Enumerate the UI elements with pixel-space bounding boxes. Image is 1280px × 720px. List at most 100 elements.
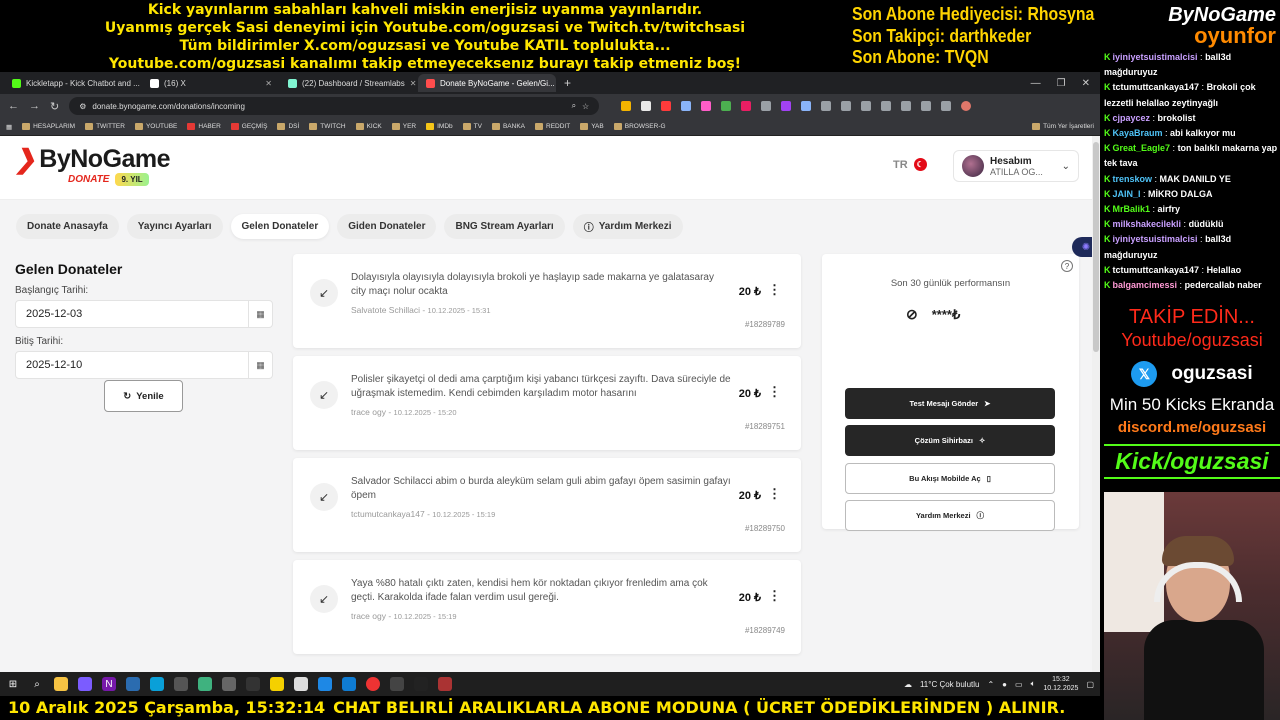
extension-icon[interactable]: [881, 101, 892, 111]
bookmark-item[interactable]: KICK: [355, 123, 382, 130]
site-info-icon[interactable]: ⚙: [79, 102, 86, 111]
app-icon[interactable]: [246, 677, 260, 691]
bookmark-item[interactable]: DSİ: [277, 123, 299, 130]
donation-card[interactable]: ↙ Salvador Schilacci abim o burda aleykü…: [293, 458, 801, 552]
extension-icon[interactable]: [921, 101, 932, 111]
tab-kicklet[interactable]: Kickletapp - Kick Chatbot and ...✕: [4, 74, 142, 92]
chat-username[interactable]: milkshakecilekli: [1113, 219, 1182, 229]
app-icon[interactable]: [174, 677, 188, 691]
help-center-button[interactable]: Yardım Merkezi ⓘ: [845, 500, 1055, 531]
tab-incoming-donations[interactable]: Gelen Donateler: [230, 214, 330, 239]
reload-icon[interactable]: ↻: [50, 100, 59, 113]
close-window-icon[interactable]: ✕: [1082, 78, 1090, 89]
minimize-icon[interactable]: —: [1031, 78, 1041, 89]
tab-bng-stream-settings[interactable]: BNG Stream Ayarları: [444, 214, 565, 239]
extension-icon[interactable]: [681, 101, 692, 111]
app-icon[interactable]: [270, 677, 284, 691]
bookmark-item[interactable]: REDDIT: [535, 123, 570, 130]
extension-icon[interactable]: [761, 101, 772, 111]
extension-icon[interactable]: [621, 101, 632, 111]
extension-icon[interactable]: [741, 101, 752, 111]
send-test-message-button[interactable]: Test Mesajı Gönder ➤: [845, 388, 1055, 419]
search-icon[interactable]: ⌕: [30, 677, 44, 691]
app-icon[interactable]: [294, 677, 308, 691]
page-scrollbar[interactable]: [1092, 136, 1100, 672]
more-options-icon[interactable]: ⋮: [768, 384, 781, 400]
extension-icon[interactable]: [701, 101, 712, 111]
refresh-button[interactable]: ↻ Yenile: [104, 380, 183, 412]
tab-streamer-settings[interactable]: Yayıncı Ayarları: [126, 214, 223, 239]
bookmark-item[interactable]: HESAPLARIM: [22, 123, 75, 130]
close-icon[interactable]: ✕: [410, 79, 417, 88]
tab-bynogame[interactable]: Donate ByNoGame - Gelen/Gi...✕: [418, 74, 556, 92]
chat-username[interactable]: balgamcimessi: [1113, 280, 1178, 290]
file-explorer-icon[interactable]: [54, 677, 68, 691]
bookmark-item[interactable]: BROWSER-G: [613, 123, 666, 130]
calendar-icon[interactable]: ▦: [248, 301, 272, 327]
tab-donate-home[interactable]: Donate Anasayfa: [16, 214, 119, 239]
chat-username[interactable]: trenskow: [1113, 174, 1153, 184]
tab-help-center[interactable]: ⓘ Yardım Merkezi: [572, 214, 683, 239]
tab-x[interactable]: (16) X ✕: [142, 74, 280, 92]
app-icon[interactable]: [390, 677, 404, 691]
bookmark-item[interactable]: TWITTER: [85, 123, 125, 130]
extension-icon[interactable]: [901, 101, 912, 111]
start-date-field[interactable]: 2025-12-03 ▦: [15, 300, 273, 328]
app-icon[interactable]: [126, 677, 140, 691]
bookmark-item[interactable]: BANKA: [491, 123, 525, 130]
donation-card[interactable]: ↙ Dolayısıyla olayısıyla dolayısıyla bro…: [293, 254, 801, 348]
extension-icon[interactable]: [821, 101, 832, 111]
windows-start-icon[interactable]: ⊞: [6, 677, 20, 691]
tray-arrow-icon[interactable]: ⌃: [987, 680, 994, 689]
app-icon[interactable]: [78, 677, 92, 691]
chat-username[interactable]: iyiniyetsuistimalcisi: [1113, 52, 1198, 62]
bookmark-star-icon[interactable]: ☆: [582, 102, 589, 111]
tab-streamlabs[interactable]: (22) Dashboard / Streamlabs ✕: [280, 74, 418, 92]
chat-username[interactable]: tctumuttcankaya147: [1113, 265, 1200, 275]
app-icon[interactable]: [438, 677, 452, 691]
extension-icon[interactable]: [861, 101, 872, 111]
donation-card[interactable]: ↙ Yaya %80 hatalı çıktı zaten, kendisi h…: [293, 560, 801, 654]
bookmark-item[interactable]: YAB: [580, 123, 604, 130]
scrollbar-thumb[interactable]: [1093, 142, 1099, 352]
edge-icon[interactable]: [342, 677, 356, 691]
all-bookmarks[interactable]: Tüm Yer İşaretleri: [1032, 123, 1094, 130]
solution-wizard-button[interactable]: Çözüm Sihirbazı ✧: [845, 425, 1055, 456]
eye-off-icon[interactable]: ⊘: [906, 306, 918, 323]
extension-icon[interactable]: [841, 101, 852, 111]
forward-icon[interactable]: →: [29, 100, 40, 112]
camera-icon[interactable]: [222, 677, 236, 691]
onenote-icon[interactable]: N: [102, 677, 116, 691]
more-options-icon[interactable]: ⋮: [768, 282, 781, 298]
chrome-icon[interactable]: [366, 677, 380, 691]
extension-icon[interactable]: [801, 101, 812, 111]
end-date-field[interactable]: 2025-12-10 ▦: [15, 351, 273, 379]
clock[interactable]: 15:32 10.12.2025: [1043, 675, 1078, 693]
restore-icon[interactable]: ❐: [1057, 78, 1066, 89]
bookmark-item[interactable]: TV: [462, 123, 482, 130]
app-icon[interactable]: [198, 677, 212, 691]
chat-username[interactable]: Great_Eagle7: [1113, 143, 1171, 153]
url-field[interactable]: ⚙ donate.bynogame.com/donations/incoming…: [69, 97, 600, 115]
help-icon[interactable]: ?: [1061, 260, 1073, 272]
language-selector[interactable]: TR ☾: [893, 158, 927, 171]
bookmark-item[interactable]: GEÇMİŞ: [230, 123, 267, 130]
bookmark-item[interactable]: YER: [391, 123, 416, 130]
zoom-icon[interactable]: ⌕: [572, 101, 576, 111]
bookmark-item[interactable]: YOUTUBE: [134, 123, 177, 130]
donation-card[interactable]: ↙ Polisler şikayetçi ol dedi ama çarptığ…: [293, 356, 801, 450]
extension-icon[interactable]: [641, 101, 652, 111]
more-options-icon[interactable]: ⋮: [768, 588, 781, 604]
chat-username[interactable]: MrBalik1: [1113, 204, 1151, 214]
calendar-icon[interactable]: ▦: [248, 352, 272, 378]
extension-icon[interactable]: [941, 101, 952, 111]
bookmark-item[interactable]: HABER: [187, 123, 221, 130]
more-options-icon[interactable]: ⋮: [768, 486, 781, 502]
new-tab-button[interactable]: +: [556, 76, 579, 90]
chat-username[interactable]: iyiniyetsuistimalcisi: [1113, 234, 1198, 244]
bynogame-logo[interactable]: ❯ ByNoGame DONATE 9. YIL: [13, 144, 171, 186]
network-icon[interactable]: ▭: [1015, 680, 1023, 689]
bookmark-item[interactable]: IMDb: [426, 123, 453, 130]
profile-icon[interactable]: [961, 101, 972, 111]
volume-icon[interactable]: 🔈︎: [1031, 679, 1036, 689]
